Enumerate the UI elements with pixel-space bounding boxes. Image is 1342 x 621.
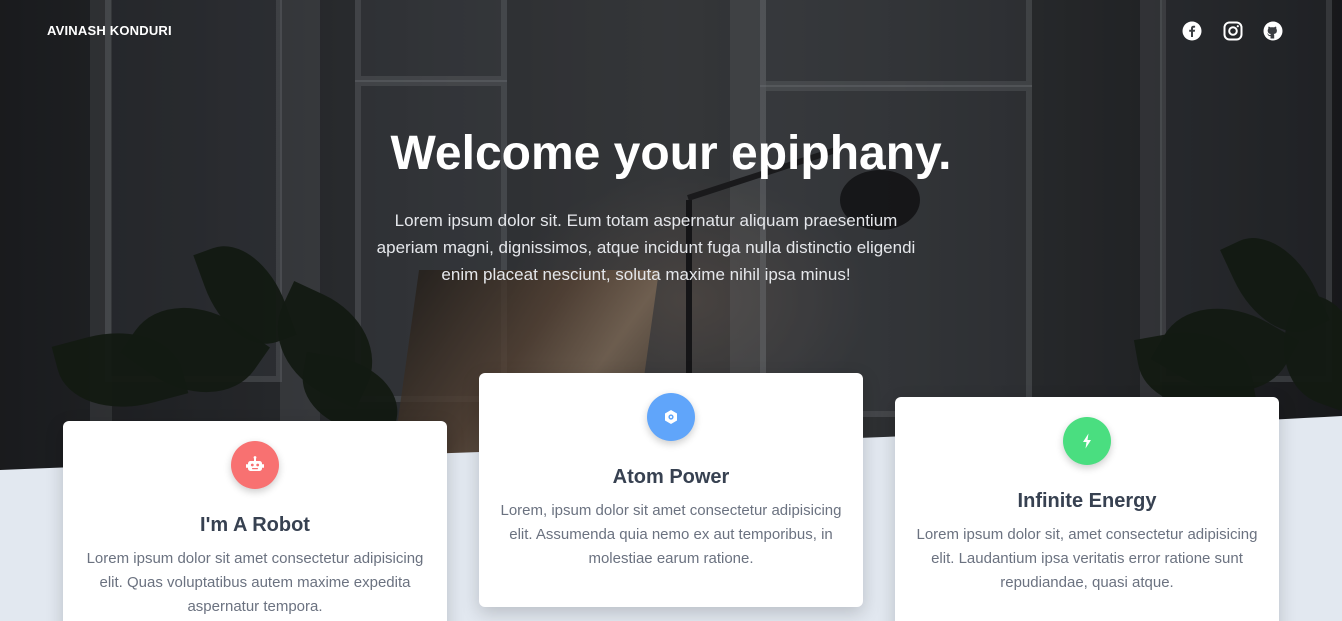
robot-icon [246,456,264,471]
atom-icon [665,410,677,424]
github-icon[interactable] [1263,21,1283,41]
brand-logo[interactable]: AVINASH KONDURI [47,23,172,38]
card-title: Infinite Energy [1017,490,1157,512]
card-title: Atom Power [612,466,730,488]
bolt-icon [1083,433,1091,449]
facebook-icon[interactable] [1182,21,1202,41]
card-icon-badge [647,393,695,441]
hero-title: Welcome your epiphany. [390,127,952,180]
card-title: I'm A Robot [200,514,310,536]
page: AVINASH KONDURI Welcome your epiphany. L… [0,0,1342,621]
card-icon-badge [231,441,279,489]
card-text: Lorem ipsum dolor sit amet consectetur a… [86,550,424,615]
feature-card-robot: I'm A Robot Lorem ipsum dolor sit amet c… [63,421,447,621]
card-text: Lorem, ipsum dolor sit amet consectetur … [500,502,842,567]
feature-card-energy: Infinite Energy Lorem ipsum dolor sit, a… [895,397,1279,621]
card-icon-badge [1063,417,1111,465]
hero-description: Lorem ipsum dolor sit. Eum totam asperna… [376,211,916,284]
feature-card-atom: Atom Power Lorem, ipsum dolor sit amet c… [479,373,863,607]
instagram-icon[interactable] [1223,21,1243,41]
card-text: Lorem ipsum dolor sit, amet consectetur … [916,526,1258,591]
